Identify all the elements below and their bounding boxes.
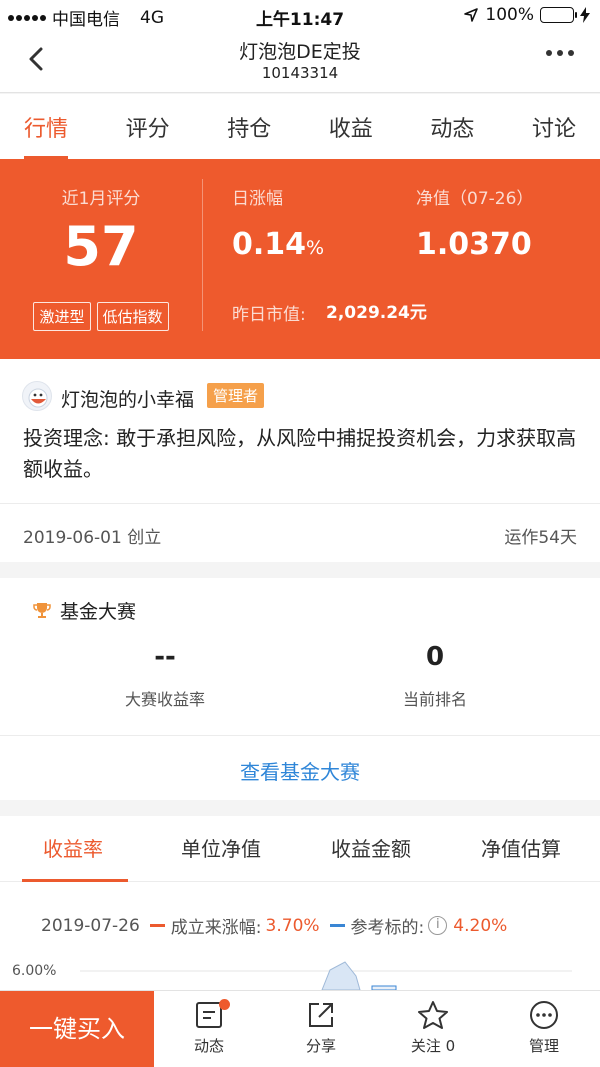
contest-rank-label: 当前排名 [402, 690, 467, 709]
page-title: 灯泡泡DE定投 [239, 41, 361, 63]
contest-return-value: -- [154, 642, 176, 672]
nav-label: 净值（07-26） [416, 189, 534, 209]
chart-tab-bar: 收益率 单位净值 收益金额 净值估算 [0, 816, 600, 882]
tag-aggressive[interactable]: 激进型 [33, 302, 91, 331]
investment-philosophy: 投资理念: 敢于承担风险，从风险中捕捉投资机会，力求获取高额收益。 [23, 426, 577, 481]
battery-icon [540, 7, 577, 23]
charging-bolt-icon [580, 7, 590, 23]
manager-badge: 管理者 [207, 383, 265, 408]
series-area-peak [321, 961, 361, 990]
market-value: 2,029.24元 [326, 303, 427, 323]
top-tab-bar: 行情 评分 持仓 收益 动态 讨论 [0, 94, 600, 159]
daily-change-value: 0.14% [232, 227, 325, 262]
bottom-item-follow[interactable]: 关注 0 [393, 999, 473, 1056]
fund-info-row: 2019-06-01 创立 运作54天 [0, 503, 600, 562]
bottom-item-activity[interactable]: 动态 [169, 999, 249, 1056]
view-contest-link[interactable]: 查看基金大赛 [0, 735, 600, 800]
manager-name[interactable]: 灯泡泡的小幸福 [61, 385, 194, 412]
contest-title: 基金大赛 [60, 601, 137, 623]
tab-discussion[interactable]: 讨论 [532, 94, 576, 159]
tab-quotes[interactable]: 行情 [24, 94, 69, 159]
tab-returns[interactable]: 收益 [329, 94, 373, 159]
battery-percent: 100% [485, 5, 534, 25]
contest-rank-value: 0 [425, 642, 445, 672]
status-bar: 中国电信 4G 上午11:47 100% [0, 0, 600, 30]
more-circle-icon [530, 1001, 558, 1029]
tab-return-rate[interactable]: 收益率 [43, 833, 103, 862]
summary-banner: 近1月评分 57 激进型 低估指数 日涨幅 0.14% 净值（07-26） 1.… [0, 159, 600, 359]
fund-code: 10143314 [261, 64, 339, 82]
more-menu-icon[interactable] [546, 50, 574, 56]
created-date: 2019-06-01 创立 [23, 528, 162, 548]
bottom-item-share[interactable]: 分享 [281, 999, 361, 1056]
avatar[interactable] [22, 381, 52, 411]
bottom-action-bar: 一键买入 动态 分享 关注 0 管理 [0, 990, 600, 1067]
trophy-icon [33, 602, 51, 618]
bottom-item-manage-label: 管理 [528, 1037, 559, 1055]
contest-return-label: 大赛收益率 [124, 690, 205, 709]
tab-nav-estimate[interactable]: 净值估算 [481, 833, 561, 862]
tab-rating[interactable]: 评分 [126, 94, 170, 159]
bottom-item-activity-label: 动态 [193, 1037, 224, 1055]
location-arrow-icon [464, 8, 479, 22]
contest-return: -- 大赛收益率 [15, 642, 315, 710]
running-days: 运作54天 [504, 528, 577, 548]
contest-rank: 0 当前排名 [285, 642, 585, 710]
divider [202, 179, 203, 331]
score-label: 近1月评分 [61, 189, 141, 209]
bottom-item-manage[interactable]: 管理 [504, 999, 584, 1056]
navigation-bar: 灯泡泡DE定投 10143314 [0, 30, 600, 93]
manager-card: 灯泡泡的小幸福 管理者 投资理念: 敢于承担风险，从风险中捕捉投资机会，力求获取… [0, 359, 600, 503]
daily-change-label: 日涨幅 [232, 189, 283, 209]
bottom-item-follow-label: 关注 0 [410, 1037, 456, 1055]
tab-return-amount[interactable]: 收益金额 [331, 833, 411, 862]
buy-button[interactable]: 一键买入 [0, 991, 154, 1067]
share-icon [309, 1003, 333, 1027]
fund-contest-card: 基金大赛 -- 大赛收益率 0 当前排名 查看基金大赛 [0, 578, 600, 800]
chart-area: 2019-07-26 成立来涨幅: 3.70% 参考标的: i 4.20% 6.… [0, 882, 600, 990]
tab-holdings[interactable]: 持仓 [227, 94, 271, 159]
tab-activity[interactable]: 动态 [430, 94, 474, 159]
bottom-item-share-label: 分享 [305, 1037, 336, 1055]
chart-plot [80, 961, 572, 990]
score-value: 57 [63, 215, 139, 278]
tag-undervalued-index[interactable]: 低估指数 [96, 302, 169, 331]
star-icon [418, 1001, 448, 1029]
nav-value: 1.0370 [416, 227, 532, 262]
tab-unit-nav[interactable]: 单位净值 [181, 833, 261, 862]
market-value-label: 昨日市值: [232, 305, 306, 325]
notification-dot [219, 999, 230, 1010]
